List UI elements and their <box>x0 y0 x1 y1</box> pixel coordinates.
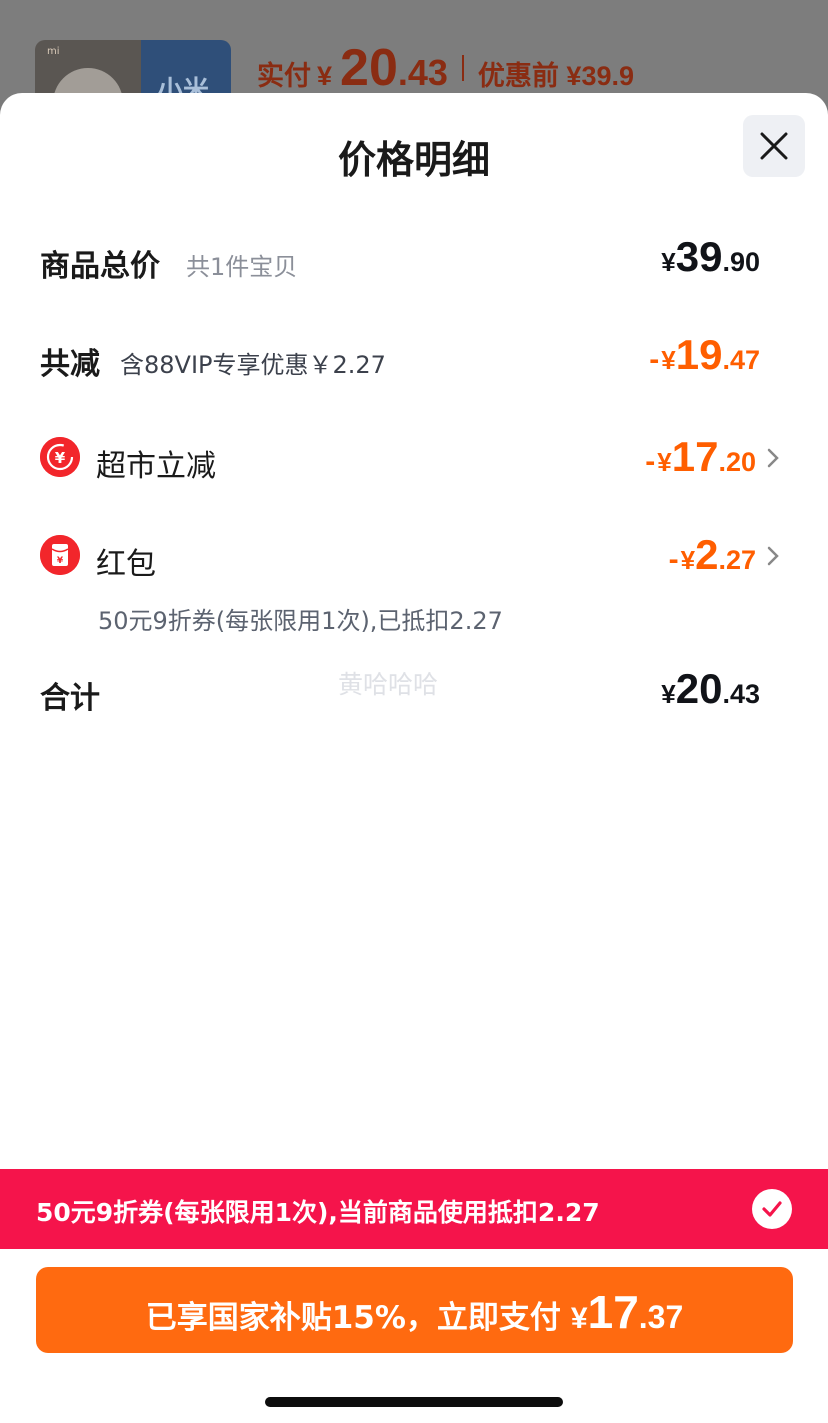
discount-amount: - ¥ 19 .47 <box>649 331 760 378</box>
check-icon[interactable] <box>752 1189 792 1229</box>
mi-logo: mi <box>47 46 60 57</box>
pay-button[interactable]: 已享国家补贴15%，立即支付 ¥ 17 .37 <box>36 1267 793 1353</box>
chevron-right-icon <box>767 448 779 468</box>
svg-text:¥: ¥ <box>57 556 64 566</box>
sum-label: 合计 <box>40 681 100 716</box>
promo-text: 50元9折券(每张限用1次),当前商品使用抵扣2.27 <box>36 1198 600 1227</box>
total-amount: ¥ 39 .90 <box>661 233 760 280</box>
row-supermarket-discount[interactable]: ¥ 超市立减 - ¥ 17 .20 <box>40 433 779 493</box>
total-sub: 共1件宝贝 <box>186 253 298 281</box>
yen-coin-icon: ¥ <box>40 437 80 477</box>
supermarket-label: 超市立减 <box>96 449 216 484</box>
background-page: mi 小米 实付 ¥ 20 .43 优惠前 ¥39.9 <box>0 0 828 110</box>
divider <box>461 55 464 81</box>
total-label: 商品总价 <box>40 249 160 284</box>
red-packet-icon: ¥ <box>40 535 80 575</box>
home-indicator[interactable] <box>265 1397 563 1407</box>
original-price: 优惠前 ¥39.9 <box>477 61 634 91</box>
row-discount: 共减 含88VIP专享优惠￥2.27 - ¥ 19 .47 <box>40 331 760 391</box>
close-button[interactable] <box>743 115 805 177</box>
background-price: 实付 ¥ 20 .43 优惠前 ¥39.9 <box>257 39 634 97</box>
red-packet-note: 50元9折券(每张限用1次),已抵扣2.27 <box>98 607 503 635</box>
svg-text:¥: ¥ <box>55 449 66 467</box>
red-packet-amount: - ¥ 2 .27 <box>668 531 756 578</box>
sheet-title: 价格明细 <box>337 138 490 182</box>
discount-label: 共减 <box>40 347 100 382</box>
row-total: 商品总价 共1件宝贝 ¥ 39 .90 <box>40 233 760 293</box>
close-icon <box>760 132 788 160</box>
row-red-packet[interactable]: ¥ 红包 - ¥ 2 .27 <box>40 531 779 591</box>
discount-sub: 含88VIP专享优惠￥2.27 <box>120 351 386 379</box>
chevron-right-icon <box>767 546 779 566</box>
coupon-promo-bar[interactable]: 50元9折券(每张限用1次),当前商品使用抵扣2.27 <box>0 1169 828 1249</box>
supermarket-amount: - ¥ 17 .20 <box>645 433 756 480</box>
red-packet-label: 红包 <box>96 547 156 582</box>
sum-amount: ¥ 20 .43 <box>661 665 760 712</box>
price-detail-sheet: 价格明细 商品总价 共1件宝贝 ¥ 39 .90 共减 含88VIP专享优惠￥2… <box>0 93 828 1423</box>
watermark: 黄哈哈哈 <box>338 670 439 699</box>
